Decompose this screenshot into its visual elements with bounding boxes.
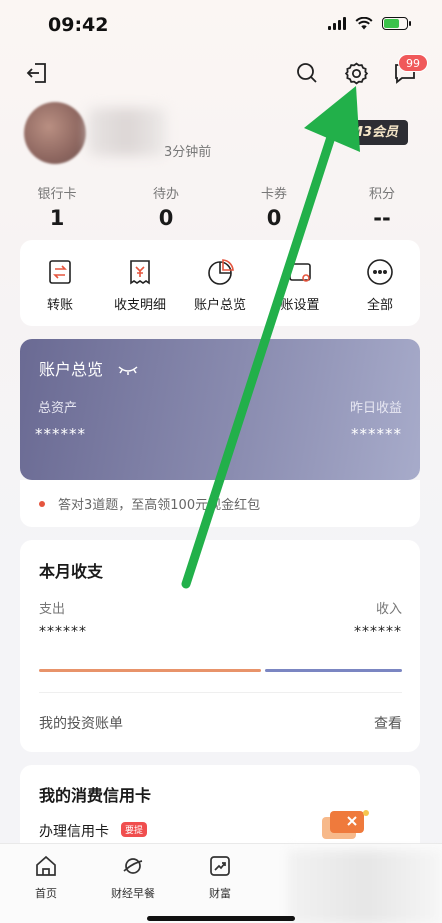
nav-label: 财富 [209,887,231,900]
income-label: 收入 [375,602,402,617]
planet-icon [93,854,173,882]
stat-value: 0 [266,206,282,230]
nav-home[interactable]: 首页 [6,854,86,901]
credit-tag: 要提 [121,822,148,837]
stat-value: 1 [49,206,65,230]
promo-dot [39,501,45,507]
apply-credit-card-link[interactable]: 办理信用卡 [39,821,109,841]
receipt-icon [126,258,154,286]
stat-value: -- [373,206,391,230]
trend-chart-icon [180,854,260,882]
member-badge[interactable]: M3会员 [338,120,408,145]
message-badge: 99 [398,54,428,72]
income-bar [265,669,402,672]
logout-icon[interactable] [22,58,52,88]
income-value: ****** [354,624,402,640]
home-icon [6,854,86,882]
promo-text: 答对3道题，至高领100元现金红包 [58,498,261,513]
stat-label: 银行卡 [37,187,77,202]
investment-bill-label: 我的投资账单 [39,716,123,732]
action-transfer[interactable]: 转账 [20,258,100,313]
credit-card-section: 我的消费信用卡 办理信用卡 要提 [20,765,420,855]
action-account-settings[interactable]: 账设置 [260,258,340,313]
action-label: 账户总览 [193,298,246,313]
action-label: 转账 [46,298,73,313]
home-indicator [147,916,295,921]
stat-value: 0 [158,206,174,230]
quick-actions-card: 转账 收支明细 账户总览 账设置 全部 [20,240,420,326]
bottom-nav: 首页 财经早餐 财富 [0,843,442,923]
credit-card-title: 我的消费信用卡 [39,786,152,805]
yesterday-earnings-label: 昨日收益 [349,401,402,416]
more-icon [366,258,394,286]
stat-label: 待办 [152,187,179,202]
pie-chart-icon [206,258,234,286]
action-label: 账设置 [280,298,320,313]
stat-label: 积分 [368,187,395,202]
status-icons [328,17,411,30]
expense-bar [39,669,261,672]
battery-icon [382,17,411,30]
nav-label: 财经早餐 [111,887,155,900]
action-label: 收支明细 [113,298,166,313]
nav-finance-breakfast[interactable]: 财经早餐 [93,854,173,901]
stat-coupons[interactable]: 卡券 0 [234,183,314,230]
avatar[interactable] [24,102,86,164]
signal-icon [328,17,346,30]
nav-blurred-area [288,850,442,923]
divider [39,692,402,693]
transfer-icon [46,258,74,286]
action-label: 全部 [366,298,393,313]
stat-label: 卡券 [260,187,287,202]
nav-label: 首页 [35,887,57,900]
expense-label: 支出 [39,602,66,617]
action-all[interactable]: 全部 [340,258,420,313]
username-blurred [88,108,166,156]
status-bar: 09:42 [0,0,442,50]
action-transactions[interactable]: 收支明细 [100,258,180,313]
nav-wealth[interactable]: 财富 [180,854,260,901]
monthly-title: 本月收支 [39,562,104,581]
stat-points[interactable]: 积分 -- [342,183,422,230]
credit-card-illustration [320,807,372,841]
total-assets-value: ****** [35,425,86,443]
wifi-icon [355,17,373,30]
search-icon[interactable] [292,58,322,88]
action-overview[interactable]: 账户总览 [180,258,260,313]
expense-value: ****** [39,624,87,640]
promo-banner[interactable]: 答对3道题，至高领100元现金红包 [20,480,420,527]
status-time: 09:42 [48,14,109,36]
card-settings-icon [286,258,314,286]
yesterday-earnings-value: ****** [351,425,402,443]
monthly-summary-card: 本月收支 支出 收入 ****** ****** 我的投资账单 查看 [20,540,420,752]
total-assets-label: 总资产 [38,401,78,416]
eye-closed-icon[interactable] [118,361,138,380]
last-login-time: 3分钟前 [164,145,212,160]
gear-icon[interactable] [341,58,371,88]
account-stats: 银行卡 1 待办 0 卡券 0 积分 -- [20,183,422,233]
view-link[interactable]: 查看 [374,713,402,733]
stat-bank-cards[interactable]: 银行卡 1 [17,183,97,230]
account-overview-card[interactable]: 账户总览 总资产 昨日收益 ****** ****** [20,339,420,480]
stat-todo[interactable]: 待办 0 [126,183,206,230]
overview-title: 账户总览 [39,360,104,379]
